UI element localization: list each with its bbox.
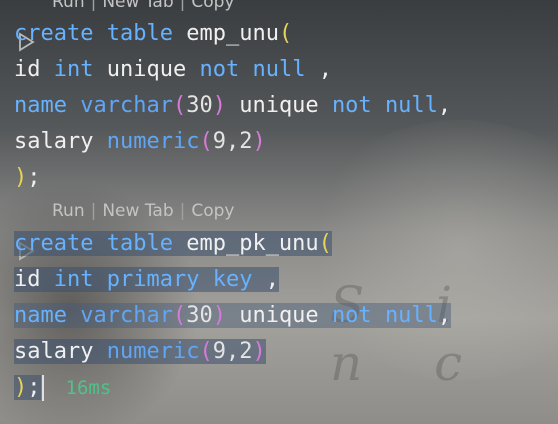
code-line[interactable]: create table emp_pk_unu( bbox=[14, 226, 332, 262]
codelens-top: Run | New Tab | Copy bbox=[16, 0, 234, 52]
text-cursor bbox=[41, 375, 44, 401]
play-icon[interactable] bbox=[16, 201, 38, 261]
play-icon[interactable] bbox=[16, 0, 38, 52]
codelens-bottom: Run | New Tab | Copy bbox=[16, 201, 234, 261]
code-line[interactable]: id int primary key , bbox=[14, 262, 279, 298]
code-line[interactable]: salary numeric(9,2) bbox=[14, 334, 266, 370]
code-line[interactable]: ); bbox=[14, 160, 41, 196]
copy-link[interactable]: Copy bbox=[191, 0, 234, 12]
code-line[interactable]: id int unique not null , bbox=[14, 52, 332, 88]
code-line[interactable]: name varchar(30) unique not null, bbox=[14, 298, 452, 334]
sql-editor[interactable]: Run | New Tab | Copy create table emp_un… bbox=[0, 0, 558, 424]
execution-time: 16ms bbox=[65, 377, 112, 399]
run-link[interactable]: Run bbox=[52, 201, 85, 221]
new-tab-link[interactable]: New Tab bbox=[102, 0, 173, 12]
run-link[interactable]: Run bbox=[52, 0, 85, 12]
code-line[interactable]: create table emp_unu( bbox=[14, 16, 292, 52]
new-tab-link[interactable]: New Tab bbox=[102, 201, 173, 221]
code-line[interactable]: salary numeric(9,2) bbox=[14, 124, 266, 160]
code-line[interactable]: ); 16ms bbox=[14, 370, 111, 406]
copy-link[interactable]: Copy bbox=[191, 201, 234, 221]
code-line[interactable]: name varchar(30) unique not null, bbox=[14, 88, 451, 124]
